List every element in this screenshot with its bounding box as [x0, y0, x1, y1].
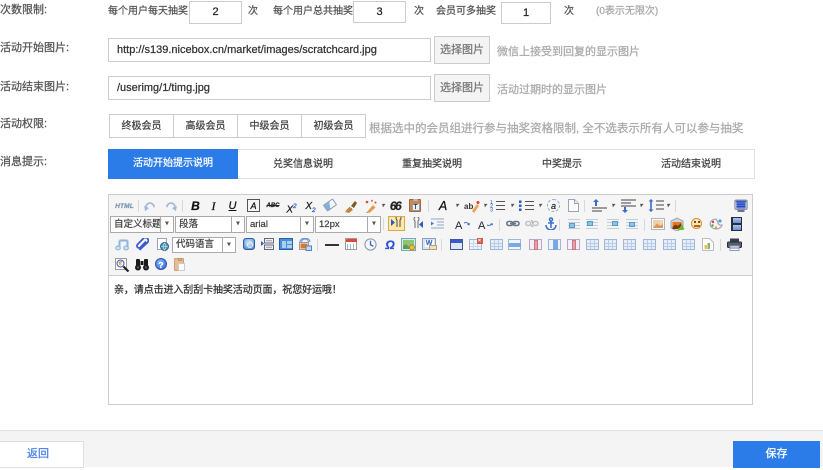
svg-text:3: 3 [490, 208, 493, 213]
svg-text:ab: ab [464, 202, 473, 211]
svg-text:A: A [478, 220, 486, 230]
svg-text:A: A [455, 220, 463, 230]
